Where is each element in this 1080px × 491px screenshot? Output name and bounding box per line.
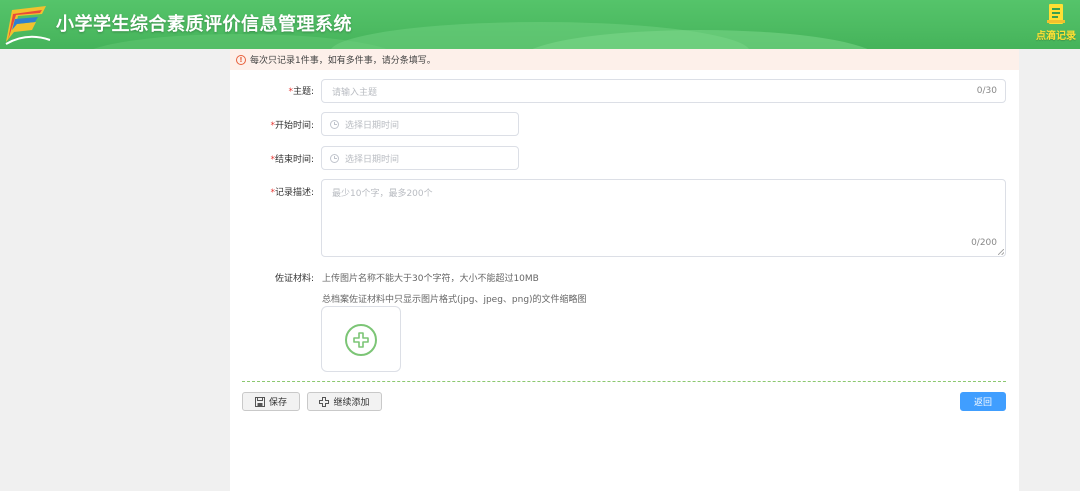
notebook-icon — [1047, 4, 1065, 24]
subject-input[interactable]: 请输入主题 0/30 — [321, 79, 1006, 103]
record-link-label: 点滴记录 — [1036, 31, 1076, 42]
subject-counter: 0/30 — [976, 86, 997, 96]
app-logo-icon — [5, 6, 51, 45]
notice-text: 每次只记录1件事，如有多件事，请分条填写。 — [250, 56, 436, 66]
subject-label: *主题: — [234, 84, 314, 97]
start-time-label: *开始时间: — [234, 118, 314, 131]
description-label: *记录描述: — [234, 185, 314, 198]
continue-add-button-label: 继续添加 — [333, 398, 370, 408]
description-placeholder: 最少10个字，最多200个 — [332, 189, 433, 199]
warning-icon: ! — [236, 54, 246, 65]
start-time-placeholder: 选择日期时间 — [345, 120, 400, 131]
save-button[interactable]: 保存 — [242, 392, 300, 411]
upload-button[interactable] — [321, 306, 401, 372]
plus-icon — [319, 396, 330, 407]
subject-placeholder: 请输入主题 — [332, 87, 378, 98]
back-button-label: 返回 — [973, 398, 992, 408]
clock-icon — [330, 153, 339, 163]
upload-hint-size: 上传图片名称不能大于30个字符，大小不能超过10MB — [322, 274, 539, 284]
app-header: 小学学生综合素质评价信息管理系统 点滴记录 — [0, 0, 1080, 49]
back-button[interactable]: 返回 — [960, 392, 1006, 411]
description-textarea[interactable]: 最少10个字，最多200个 0/200 — [321, 179, 1006, 257]
section-divider — [242, 381, 1006, 382]
upload-circle — [345, 324, 377, 356]
description-counter: 0/200 — [971, 238, 997, 248]
end-time-picker[interactable]: 选择日期时间 — [321, 146, 519, 170]
continue-add-button[interactable]: 继续添加 — [307, 392, 382, 411]
end-time-label-text: 结束时间: — [274, 155, 314, 165]
start-time-label-text: 开始时间: — [274, 121, 314, 131]
save-icon — [254, 396, 265, 407]
save-button-label: 保存 — [268, 398, 287, 408]
main-panel: ! 每次只记录1件事，如有多件事，请分条填写。 *主题: 请输入主题 0/30 … — [230, 49, 1019, 491]
plus-icon — [353, 332, 369, 348]
app-title: 小学学生综合素质评价信息管理系统 — [56, 14, 352, 35]
end-time-label: *结束时间: — [234, 152, 314, 165]
subject-label-text: 主题: — [292, 87, 314, 97]
upload-hint-format: 总档案佐证材料中只显示图片格式(jpg、jpeg、png)的文件缩略图 — [322, 295, 587, 305]
start-time-picker[interactable]: 选择日期时间 — [321, 112, 519, 136]
notice-bar: ! 每次只记录1件事，如有多件事，请分条填写。 — [230, 49, 1019, 70]
description-label-text: 记录描述: — [274, 188, 314, 198]
record-link[interactable]: 点滴记录 — [1034, 3, 1078, 43]
end-time-placeholder: 选择日期时间 — [345, 154, 400, 165]
evidence-label-text: 佐证材料: — [274, 274, 314, 284]
evidence-label: 佐证材料: — [234, 271, 314, 284]
resize-handle-icon[interactable] — [998, 249, 1004, 255]
clock-icon — [330, 119, 339, 129]
